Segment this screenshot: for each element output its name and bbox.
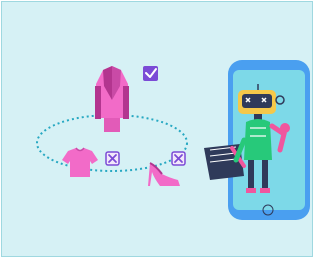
check-icon — [143, 66, 158, 81]
x-icon — [171, 151, 186, 166]
jacket-icon — [95, 66, 129, 132]
x-icon — [105, 151, 120, 166]
tshirt-icon — [62, 147, 98, 177]
fashion-ai-illustration — [36, 60, 310, 220]
high-heel-icon — [148, 162, 180, 186]
